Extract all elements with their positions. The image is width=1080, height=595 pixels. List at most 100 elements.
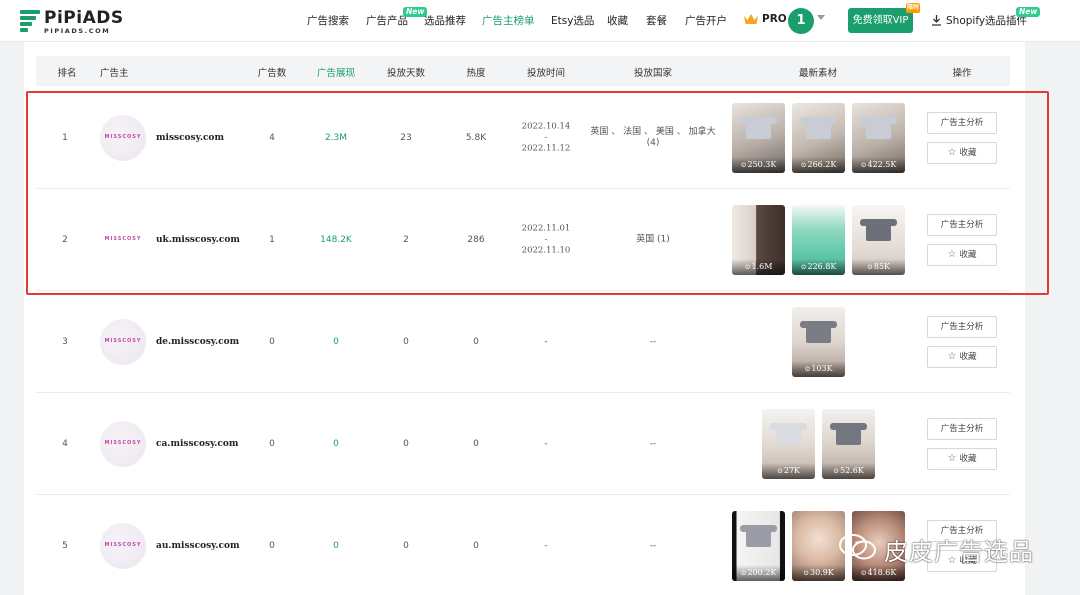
creative-thumbnail[interactable]: ⊙52.6K [822, 409, 875, 479]
countries: -- [649, 337, 657, 347]
favorite-button[interactable]: ☆ 收藏 [927, 142, 997, 164]
rank: 3 [62, 337, 68, 347]
days: 0 [403, 439, 409, 449]
advertiser-analysis-button[interactable]: 广告主分析 [927, 316, 997, 338]
header-days[interactable]: 投放天数 [387, 65, 425, 79]
ads-count: 0 [269, 541, 275, 551]
wechat-icon [839, 534, 876, 560]
nav-advertiser-ranking[interactable]: 广告主榜单 [482, 13, 535, 28]
table-row: 4 MISSCOSY ca.misscosy.com 0 0 0 0 - -- … [36, 393, 1010, 495]
watermark-text: 皮皮广告选品 [884, 538, 1034, 566]
advertiser-domain[interactable]: au.misscosy.com [156, 541, 239, 551]
heat: 0 [473, 541, 479, 551]
header-advertiser: 广告主 [100, 68, 129, 79]
header-actions: 操作 [952, 68, 972, 79]
rank: 2 [62, 235, 68, 245]
creative-thumbnail[interactable]: ⊙200.2K [732, 511, 785, 581]
days: 23 [400, 133, 412, 143]
favorite-button[interactable]: ☆ 收藏 [927, 346, 997, 368]
rank: 5 [62, 541, 68, 551]
heat: 0 [473, 337, 479, 347]
advertiser-analysis-button[interactable]: 广告主分析 [927, 418, 997, 440]
header-ads[interactable]: 广告数 [258, 65, 287, 79]
top-navbar: PiPiADS PIPIADS.COM 广告搜索 广告产品 New 选品推荐 广… [0, 0, 1080, 42]
advertiser-analysis-button[interactable]: 广告主分析 [927, 112, 997, 134]
chevron-down-icon[interactable] [817, 15, 825, 20]
impressions: 148.2K [320, 235, 352, 245]
days: 2 [403, 235, 409, 245]
countries: 英国 、 法国 、 美国 、 加拿大 (4) [590, 127, 716, 148]
vip-badge: 限时 [906, 3, 920, 13]
download-icon [932, 15, 941, 26]
impressions: 2.3M [324, 133, 348, 143]
star-icon: ☆ [947, 351, 957, 362]
free-vip-button[interactable]: 免费领取VIP [848, 8, 913, 33]
header-countries: 投放国家 [633, 68, 673, 79]
shopify-plugin-link[interactable]: Shopify选品插件 [946, 13, 1027, 28]
nav-etsy-picks[interactable]: Etsy选品 [551, 13, 594, 28]
creative-thumbnail[interactable]: ⊙1.6M [732, 205, 785, 275]
countries: -- [649, 439, 657, 449]
heat: 5.8K [465, 133, 487, 143]
impressions: 0 [333, 439, 339, 449]
advertiser-logo[interactable]: MISSCOSY [100, 115, 146, 161]
nav-product-picks[interactable]: 选品推荐 [424, 13, 466, 28]
table-row: 2 MISSCOSY uk.misscosy.com 1 148.2K 2 28… [36, 189, 1010, 291]
favorite-button[interactable]: ☆ 收藏 [927, 448, 997, 470]
advertiser-logo[interactable]: MISSCOSY [100, 217, 146, 263]
nav-favorites[interactable]: 收藏 [607, 13, 628, 28]
days: 0 [403, 337, 409, 347]
run-dates: - [544, 337, 548, 347]
brand-name: PiPiADS [44, 8, 124, 28]
creative-thumbnail[interactable]: ⊙103K [792, 307, 845, 377]
creative-thumbnail[interactable]: ⊙266.2K [792, 103, 845, 173]
header-heat[interactable]: 热度 [466, 65, 485, 79]
days: 0 [403, 541, 409, 551]
header-time: 投放时间 [526, 68, 566, 79]
logo-bars-icon [20, 10, 42, 32]
run-dates: 2022.11.01-2022.11.10 [521, 223, 571, 256]
star-icon: ☆ [947, 147, 957, 158]
advertiser-domain[interactable]: de.misscosy.com [156, 337, 239, 347]
impressions: 0 [333, 541, 339, 551]
advertiser-logo[interactable]: MISSCOSY [100, 319, 146, 365]
crown-icon [744, 14, 758, 24]
ads-count: 0 [269, 337, 275, 347]
advertiser-domain[interactable]: ca.misscosy.com [156, 439, 238, 449]
creative-thumbnail[interactable]: ⊙250.3K [732, 103, 785, 173]
advertiser-analysis-button[interactable]: 广告主分析 [927, 214, 997, 236]
creative-thumbnail[interactable]: ⊙85K [852, 205, 905, 275]
creative-thumbnail[interactable]: ⊙226.8K [792, 205, 845, 275]
pipiads-logo[interactable]: PiPiADS PIPIADS.COM [20, 8, 123, 36]
ads-count: 4 [269, 133, 275, 143]
scrollbar[interactable] [1071, 42, 1080, 595]
header-rank: 排名 [57, 68, 77, 79]
advertiser-logo[interactable]: MISSCOSY [100, 421, 146, 467]
table-header: 排名 广告主 广告数 广告展现 投放天数 热度 投放时间 投放国家 最新素材 操… [36, 56, 1010, 86]
advertiser-logo[interactable]: MISSCOSY [100, 523, 146, 569]
favorite-button[interactable]: ☆ 收藏 [927, 244, 997, 266]
advertiser-domain[interactable]: uk.misscosy.com [156, 235, 240, 245]
table-row: 1 MISSCOSY misscosy.com 4 2.3M 23 5.8K 2… [36, 87, 1010, 189]
creative-thumbnail[interactable]: ⊙422.5K [852, 103, 905, 173]
brand-sub: PIPIADS.COM [44, 27, 111, 35]
advertiser-domain[interactable]: misscosy.com [156, 133, 224, 143]
ads-count: 0 [269, 439, 275, 449]
user-avatar[interactable]: 1 [788, 8, 814, 34]
rank: 4 [62, 439, 68, 449]
countries: -- [649, 541, 657, 551]
nav-ad-account[interactable]: 广告开户 [685, 13, 727, 28]
pro-label: PRO [762, 13, 787, 25]
nav-plans[interactable]: 套餐 [646, 13, 667, 28]
nav-ad-search[interactable]: 广告搜索 [307, 13, 349, 28]
nav-ad-products[interactable]: 广告产品 [366, 13, 408, 28]
run-dates: - [544, 439, 548, 449]
heat: 286 [467, 235, 485, 245]
header-impressions[interactable]: 广告展现 [317, 65, 355, 79]
table-row: 3 MISSCOSY de.misscosy.com 0 0 0 0 - -- … [36, 291, 1010, 393]
heat: 0 [473, 439, 479, 449]
plugin-new-badge: New [1016, 7, 1041, 17]
creative-thumbnail[interactable]: ⊙27K [762, 409, 815, 479]
run-dates: - [544, 541, 548, 551]
run-dates: 2022.10.14-2022.11.12 [521, 121, 571, 154]
